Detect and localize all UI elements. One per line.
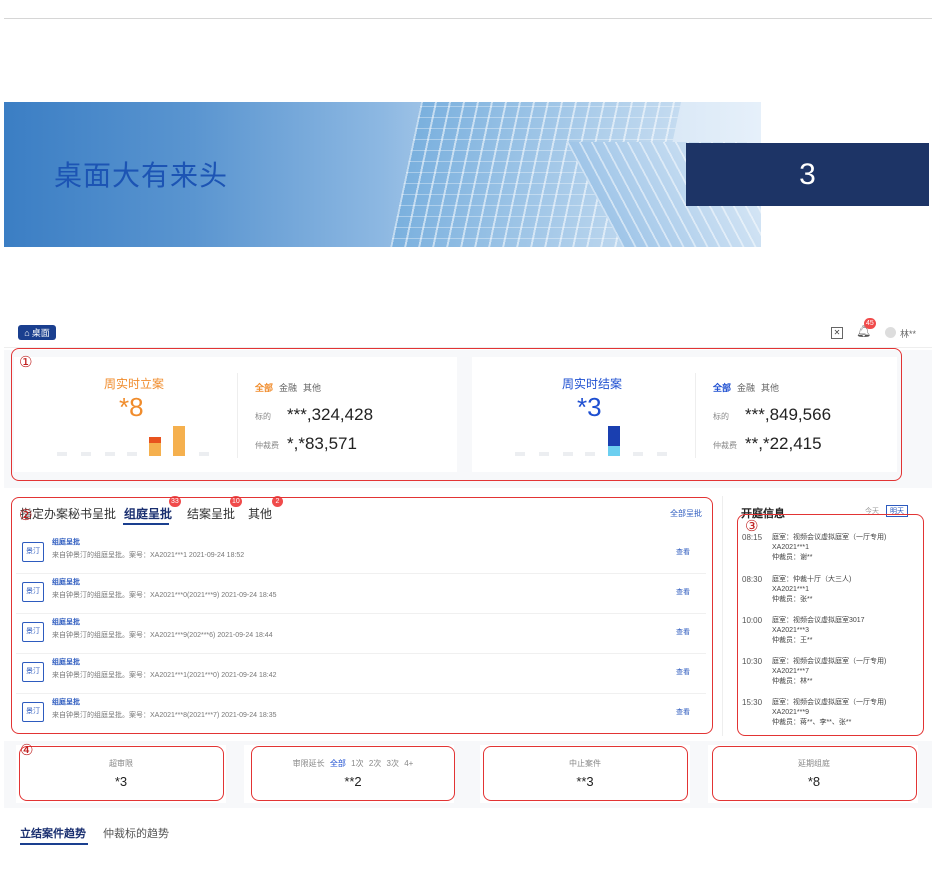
notification-badge: 45 xyxy=(864,318,876,329)
bottom-tab-underline xyxy=(20,843,88,845)
tab-case-trend[interactable]: 立结案件趋势 xyxy=(20,825,86,841)
banner-number-box: 3 xyxy=(686,143,929,206)
user-name[interactable]: 林** xyxy=(900,327,916,340)
annotation-box-4a xyxy=(19,746,224,801)
annotation-box-3 xyxy=(737,514,924,736)
home-button[interactable]: ⌂ 桌面 xyxy=(18,325,56,340)
bell-icon[interactable]: 🔔︎ 45 xyxy=(856,318,876,338)
annotation-box-4d xyxy=(712,746,917,801)
banner: 桌面大有来头 xyxy=(4,102,761,247)
annotation-box-1 xyxy=(11,348,902,481)
annotation-marker-4: ④ xyxy=(20,742,34,759)
annotation-marker-2: ② xyxy=(19,507,33,524)
home-label: 桌面 xyxy=(31,328,50,338)
top-divider xyxy=(4,18,932,19)
annotation-marker-1: ① xyxy=(19,354,33,371)
home-icon: ⌂ xyxy=(24,327,30,338)
annotation-marker-3: ③ xyxy=(745,518,759,535)
annotation-box-4b xyxy=(251,746,455,801)
banner-title: 桌面大有来头 xyxy=(54,160,229,191)
annotation-box-4c xyxy=(483,746,688,801)
section3-divider xyxy=(722,496,723,736)
annotation-box-2 xyxy=(11,497,713,734)
tab-amount-trend[interactable]: 仲裁标的趋势 xyxy=(103,825,169,841)
close-window-icon[interactable]: ✕ xyxy=(831,327,843,339)
avatar[interactable] xyxy=(885,327,896,338)
